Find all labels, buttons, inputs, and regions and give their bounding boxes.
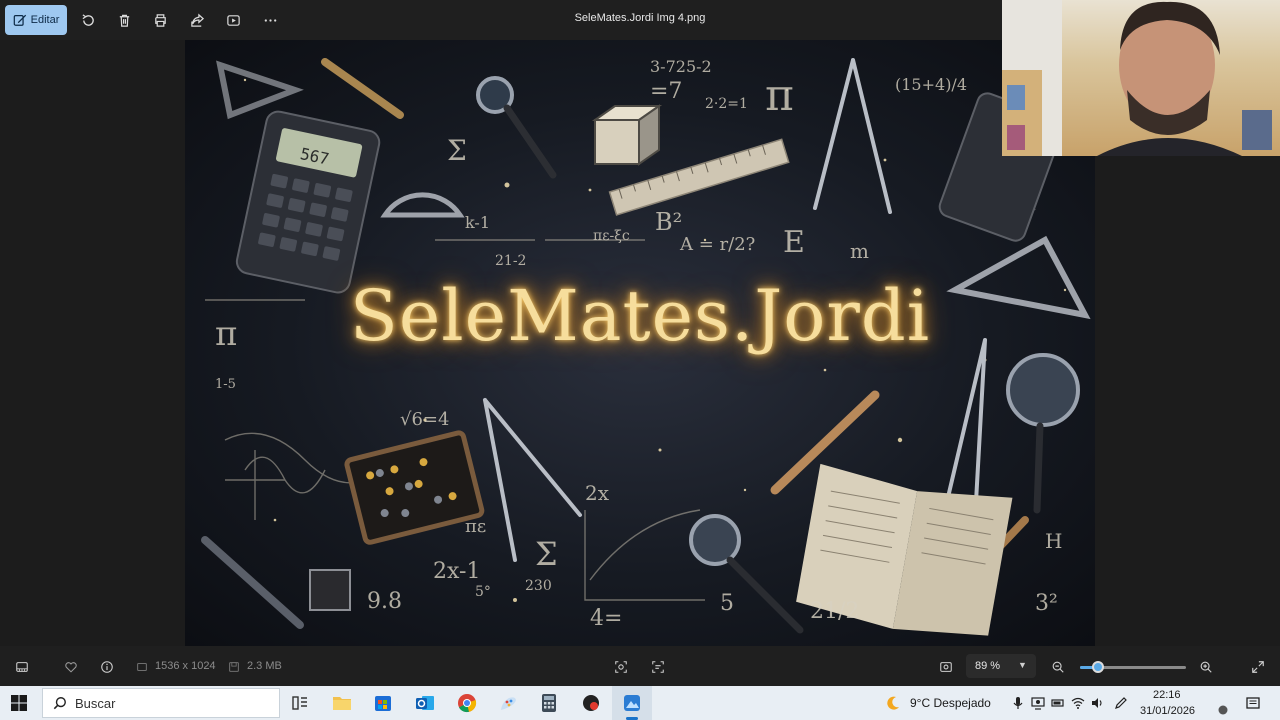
info-icon[interactable] bbox=[98, 658, 116, 676]
windows-taskbar: Buscar 9°C Despejado 22:16 31/01/2026 bbox=[0, 686, 1280, 720]
file-title: SeleMates.Jordi Img 4.png bbox=[574, 12, 706, 24]
visual-search-icon[interactable] bbox=[612, 658, 630, 676]
clock-time[interactable]: 22:16 bbox=[1153, 689, 1181, 701]
calculator-icon[interactable] bbox=[538, 692, 560, 714]
chalk-formula: H bbox=[1045, 529, 1062, 553]
more-icon[interactable] bbox=[259, 9, 281, 31]
text-scan-icon[interactable] bbox=[649, 658, 667, 676]
zoom-slider[interactable] bbox=[1080, 661, 1186, 673]
favorite-icon[interactable] bbox=[62, 658, 80, 676]
chalk-formula: 3-725-2 bbox=[650, 57, 712, 76]
zoom-value: 89 % bbox=[975, 660, 1001, 672]
chalk-formula: m bbox=[850, 239, 869, 263]
chalk-formula: Σ bbox=[535, 535, 558, 573]
chalk-formula: 1-5 bbox=[215, 377, 236, 392]
dimensions-icon bbox=[133, 658, 151, 676]
chalk-formula: k-1 bbox=[465, 213, 490, 232]
slideshow-icon[interactable] bbox=[222, 9, 244, 31]
volume-icon[interactable] bbox=[1090, 696, 1104, 710]
chalk-formula: =7 bbox=[650, 79, 682, 104]
file-size: 2.3 MB bbox=[247, 660, 282, 672]
chalk-formula: 2x bbox=[585, 481, 610, 505]
edit-button[interactable]: Editar bbox=[5, 5, 67, 35]
edit-icon bbox=[13, 14, 26, 26]
wifi-icon[interactable] bbox=[1071, 696, 1085, 710]
rotate-icon[interactable] bbox=[77, 9, 99, 31]
photos-icon[interactable] bbox=[621, 692, 643, 714]
fullscreen-icon[interactable] bbox=[1249, 658, 1267, 676]
zoom-in-icon[interactable] bbox=[1197, 658, 1215, 676]
screen-share-icon[interactable] bbox=[1031, 696, 1045, 710]
delete-icon[interactable] bbox=[113, 9, 135, 31]
webcam-overlay bbox=[1002, 0, 1280, 156]
chalk-formula: 2·2=1 bbox=[705, 96, 748, 112]
edit-button-label: Editar bbox=[30, 14, 60, 26]
windows-start-icon[interactable] bbox=[11, 695, 27, 711]
status-dot-icon bbox=[1218, 705, 1228, 715]
microphone-icon[interactable] bbox=[1011, 696, 1025, 710]
zoom-out-icon[interactable] bbox=[1049, 658, 1067, 676]
share-icon[interactable] bbox=[186, 9, 208, 31]
chalk-formula: π bbox=[765, 70, 794, 121]
chalk-formula: Σ bbox=[447, 134, 467, 167]
chrome-icon[interactable] bbox=[456, 692, 478, 714]
file-explorer-icon[interactable] bbox=[331, 692, 353, 714]
search-icon bbox=[53, 697, 66, 710]
print-icon[interactable] bbox=[149, 9, 171, 31]
chalk-formula: 21-2 bbox=[495, 253, 526, 269]
chalk-formula: 230 bbox=[525, 578, 552, 594]
chalk-formula: 2x-1 bbox=[433, 559, 480, 584]
chalk-formula: A = r/2? bbox=[679, 234, 755, 255]
chalk-formula: πε-ξc bbox=[593, 228, 630, 244]
filmstrip-icon[interactable] bbox=[13, 658, 31, 676]
chalk-formula: 21/2 bbox=[810, 599, 859, 624]
moon-weather-icon[interactable] bbox=[885, 695, 901, 711]
chalk-formula: 5° bbox=[475, 584, 491, 600]
file-size-icon bbox=[225, 658, 243, 676]
notifications-icon[interactable] bbox=[1246, 696, 1260, 710]
widgets-icon[interactable] bbox=[289, 692, 311, 714]
chalk-formula: √6=4 bbox=[400, 409, 449, 430]
weather-text[interactable]: 9°C Despejado bbox=[910, 696, 991, 710]
search-placeholder: Buscar bbox=[75, 695, 116, 711]
zoom-slider-thumb[interactable] bbox=[1092, 661, 1105, 673]
store-icon[interactable] bbox=[372, 692, 394, 714]
chalk-formula: 9.8 bbox=[367, 589, 402, 614]
chalk-formula: 5 bbox=[720, 591, 734, 616]
chalk-formula: E bbox=[783, 225, 805, 260]
presenter-video bbox=[1002, 0, 1272, 156]
chalk-formula: 4= bbox=[590, 606, 622, 631]
fit-to-window-icon[interactable] bbox=[937, 658, 955, 676]
chalk-formula: 3² bbox=[1035, 591, 1058, 616]
image-headline: SeleMates.Jordi bbox=[349, 275, 931, 357]
chalk-formula: B² bbox=[655, 208, 682, 236]
chevron-down-icon[interactable]: ▼ bbox=[1018, 660, 1027, 670]
chalk-formula: πε bbox=[465, 516, 486, 537]
clock-date[interactable]: 31/01/2026 bbox=[1140, 705, 1195, 717]
pen-icon[interactable] bbox=[1114, 696, 1128, 710]
image-dimensions: 1536 x 1024 bbox=[155, 660, 216, 672]
chalk-formula: (15+4)/4 bbox=[895, 75, 967, 94]
battery-icon[interactable] bbox=[1051, 696, 1065, 710]
displayed-image[interactable]: 3-725-2 =7 2·2=1 π (15+4)/4 Σ k-1 B² A =… bbox=[185, 40, 1095, 646]
outlook-icon[interactable] bbox=[414, 692, 436, 714]
record-app-icon[interactable] bbox=[580, 692, 602, 714]
taskbar-search[interactable]: Buscar bbox=[42, 688, 280, 718]
paint-icon[interactable] bbox=[497, 692, 519, 714]
